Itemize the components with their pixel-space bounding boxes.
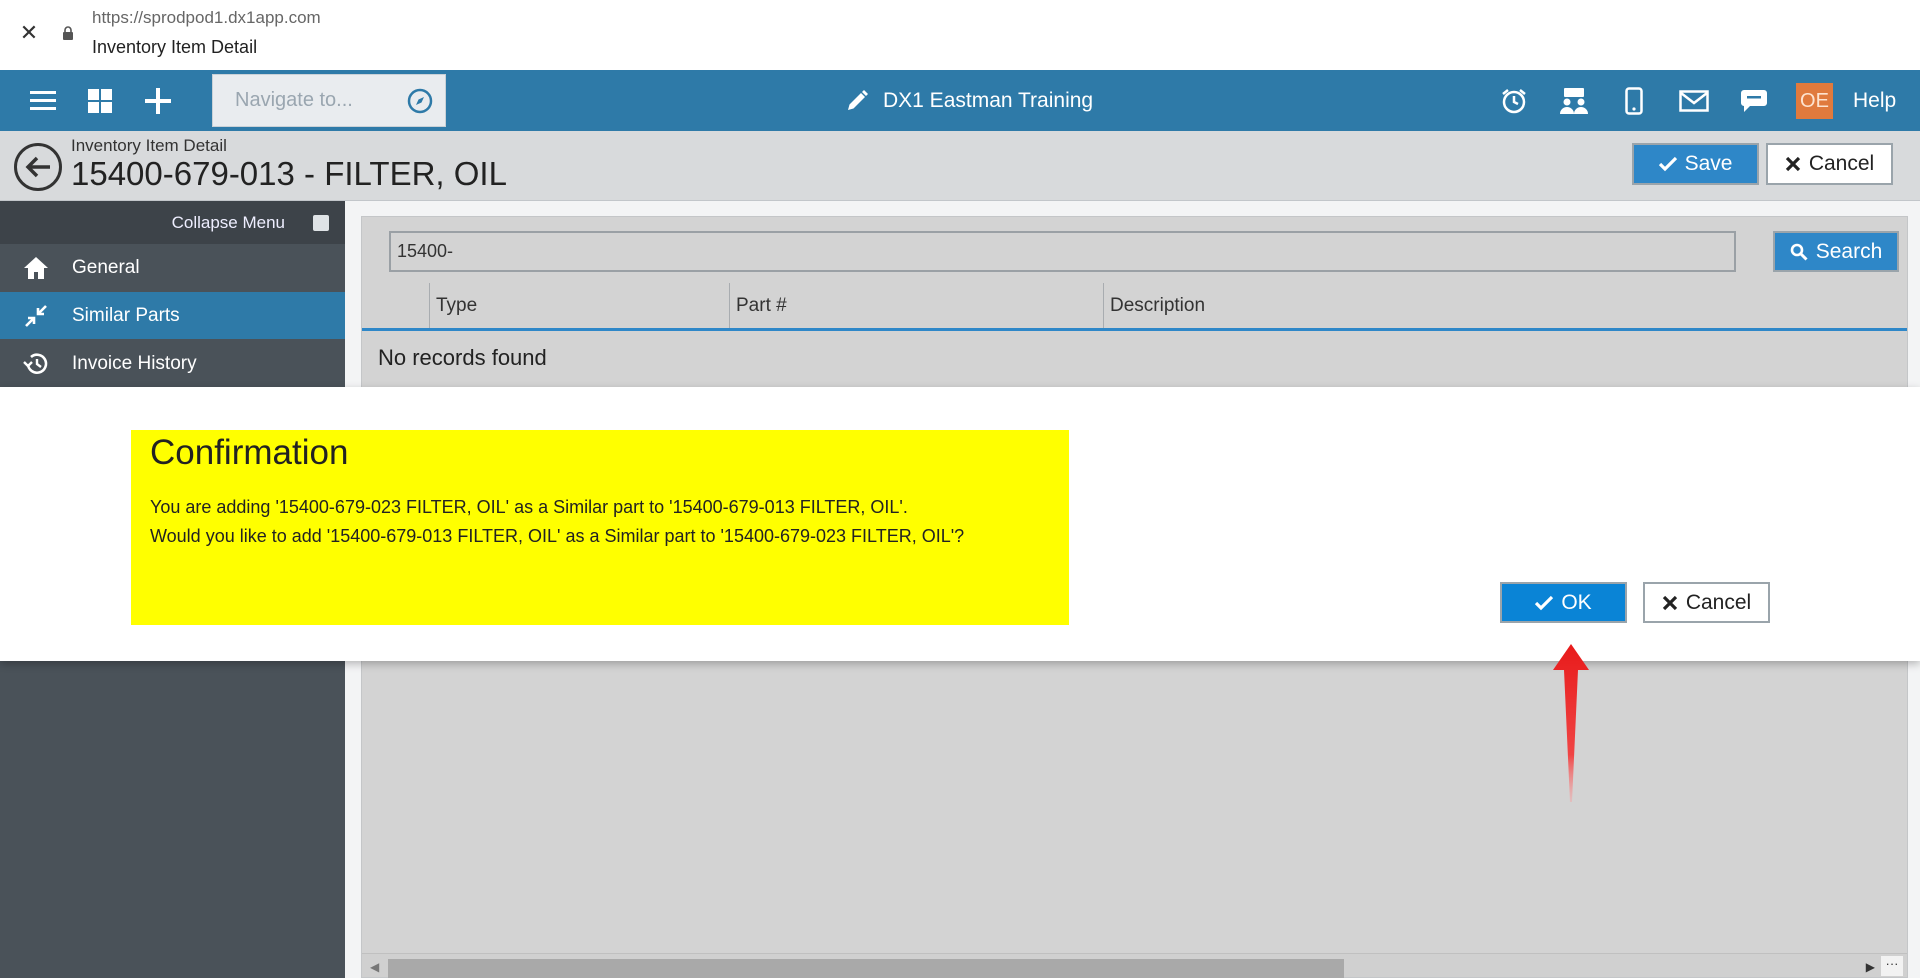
collapse-panel-icon[interactable] bbox=[313, 215, 329, 231]
menu-icon[interactable] bbox=[19, 70, 67, 131]
column-header-part-number[interactable]: Part # bbox=[730, 283, 1104, 328]
ok-button-label: OK bbox=[1561, 590, 1592, 614]
page-title: 15400-679-013 - FILTER, OIL bbox=[71, 155, 507, 192]
more-options-icon[interactable]: ··· bbox=[1881, 956, 1903, 976]
dialog-cancel-button[interactable]: Cancel bbox=[1643, 582, 1770, 623]
mobile-phone-icon[interactable] bbox=[1610, 70, 1658, 131]
dashboard-grid-icon[interactable] bbox=[76, 70, 124, 131]
compass-icon[interactable] bbox=[407, 88, 433, 114]
check-icon bbox=[1658, 156, 1677, 172]
back-button[interactable] bbox=[14, 143, 62, 191]
cancel-button[interactable]: Cancel bbox=[1766, 143, 1893, 185]
history-icon bbox=[0, 352, 72, 376]
collapse-menu[interactable]: Collapse Menu bbox=[0, 201, 345, 244]
empty-message: No records found bbox=[378, 345, 547, 370]
page-header: Inventory Item Detail 15400-679-013 - FI… bbox=[0, 131, 1920, 201]
plus-icon[interactable] bbox=[134, 70, 182, 131]
sidebar-item-similar-parts[interactable]: Similar Parts bbox=[0, 292, 345, 339]
collapse-menu-label: Collapse Menu bbox=[171, 213, 285, 232]
save-button[interactable]: Save bbox=[1632, 143, 1759, 185]
confirmation-dialog: Confirmation You are adding '15400-679-0… bbox=[0, 387, 1920, 661]
column-header-description[interactable]: Description bbox=[1104, 283, 1907, 328]
users-icon[interactable] bbox=[1550, 70, 1598, 131]
scrollbar-thumb[interactable] bbox=[388, 959, 1344, 978]
confirmation-message-box: Confirmation You are adding '15400-679-0… bbox=[131, 430, 1069, 625]
scroll-left-icon[interactable]: ◀ bbox=[370, 960, 379, 974]
help-link[interactable]: Help bbox=[1853, 70, 1896, 131]
lock-icon bbox=[63, 26, 73, 40]
sidebar-item-label: Invoice History bbox=[72, 352, 197, 374]
save-button-label: Save bbox=[1684, 152, 1733, 175]
check-icon bbox=[1535, 595, 1554, 610]
dialog-title: Confirmation bbox=[150, 433, 349, 472]
mail-icon[interactable] bbox=[1670, 70, 1718, 131]
environment-label[interactable]: DX1 Eastman Training bbox=[845, 70, 1093, 131]
annotation-arrow-icon bbox=[1553, 644, 1589, 802]
horizontal-scrollbar[interactable]: ◀ ▶ ··· bbox=[362, 953, 1907, 978]
alarm-clock-icon[interactable] bbox=[1490, 70, 1538, 131]
compress-arrows-icon bbox=[0, 304, 72, 328]
home-icon bbox=[0, 256, 72, 280]
close-icon bbox=[1662, 595, 1677, 610]
dialog-cancel-button-label: Cancel bbox=[1685, 590, 1752, 614]
sidebar-item-invoice-history[interactable]: Invoice History bbox=[0, 340, 345, 387]
environment-name: DX1 Eastman Training bbox=[883, 88, 1094, 112]
search-icon bbox=[1790, 243, 1808, 261]
column-header-type[interactable]: Type bbox=[430, 283, 730, 328]
browser-tab-title: Inventory Item Detail bbox=[92, 37, 258, 57]
grid-header: Type Part # Description bbox=[362, 283, 1907, 331]
search-button[interactable]: Search bbox=[1773, 231, 1899, 272]
app-topbar: DX1 Eastman Training OE Help bbox=[0, 70, 1920, 131]
dialog-message-line1: You are adding '15400-679-023 FILTER, OI… bbox=[150, 497, 908, 517]
chat-icon[interactable] bbox=[1730, 70, 1778, 131]
scroll-right-icon[interactable]: ▶ bbox=[1866, 960, 1875, 974]
navigate-input[interactable] bbox=[213, 75, 403, 126]
search-button-label: Search bbox=[1815, 239, 1883, 263]
pencil-icon bbox=[848, 89, 868, 110]
close-icon bbox=[1785, 156, 1800, 172]
cancel-button-label: Cancel bbox=[1808, 152, 1875, 175]
arrow-left-icon bbox=[25, 156, 50, 178]
sidebar-item-label: General bbox=[72, 256, 140, 278]
page-subtitle: Inventory Item Detail bbox=[71, 136, 227, 155]
dialog-message-line2: Would you like to add '15400-679-013 FIL… bbox=[150, 526, 965, 546]
user-avatar[interactable]: OE bbox=[1796, 83, 1833, 119]
sidebar-item-label: Similar Parts bbox=[72, 304, 180, 326]
column-header-select[interactable] bbox=[362, 283, 430, 328]
browser-bar: ✕ https://sprodpod1.dx1app.com Inventory… bbox=[0, 0, 1920, 70]
close-tab-icon[interactable]: ✕ bbox=[18, 22, 40, 44]
sidebar-item-general[interactable]: General bbox=[0, 244, 345, 291]
navigate-box[interactable] bbox=[212, 74, 446, 127]
ok-button[interactable]: OK bbox=[1500, 582, 1627, 623]
search-input[interactable] bbox=[389, 231, 1736, 272]
browser-url[interactable]: https://sprodpod1.dx1app.com bbox=[92, 8, 321, 28]
